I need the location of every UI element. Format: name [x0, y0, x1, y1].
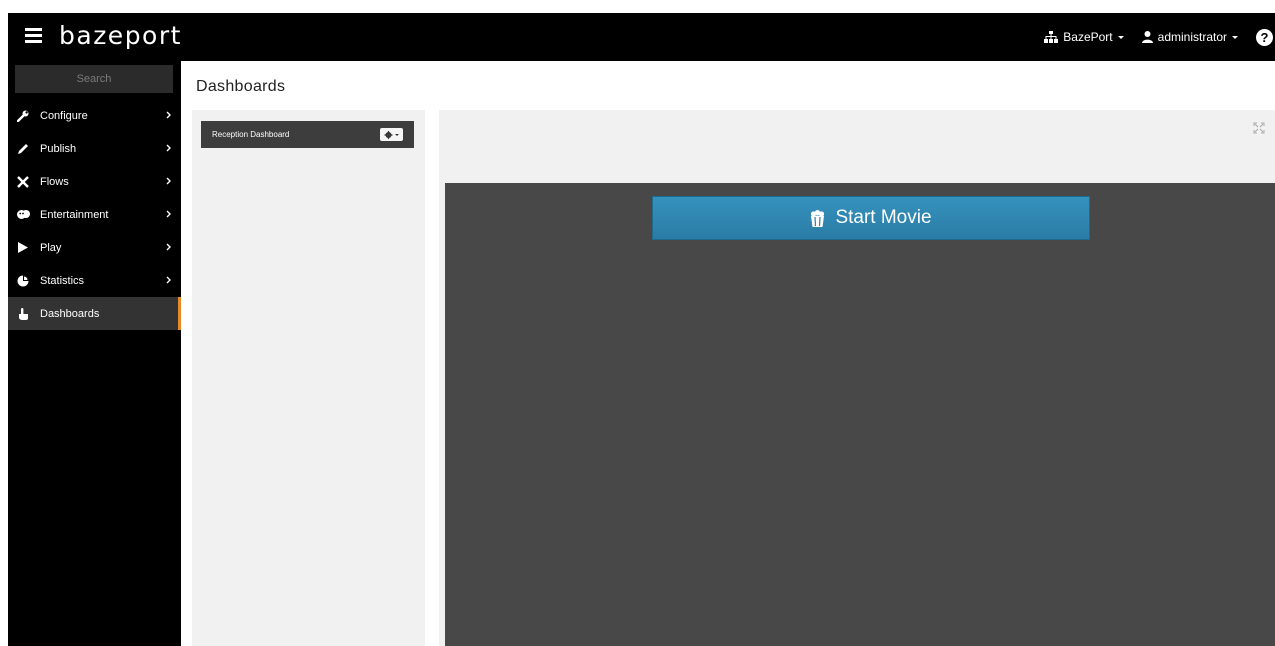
- sidebar-item-configure[interactable]: Configure: [8, 99, 181, 132]
- chevron-right-icon: [166, 210, 171, 218]
- dashboard-settings-button[interactable]: [380, 128, 403, 141]
- dashboard-item-label: Reception Dashboard: [212, 130, 290, 139]
- play-icon: [16, 242, 30, 253]
- user-icon: [1141, 31, 1153, 43]
- top-navbar: bazeport BazePort administrator ?: [8, 13, 1275, 61]
- sidebar-menu: Configure Publish Flows Entertainment Pl…: [8, 99, 181, 330]
- caret-down-icon: [1232, 35, 1238, 39]
- sidebar-item-label: Dashboards: [40, 307, 100, 320]
- chevron-right-icon: [166, 144, 171, 152]
- user-dropdown[interactable]: administrator: [1141, 30, 1238, 44]
- help-icon[interactable]: ?: [1256, 28, 1273, 46]
- dashboard-preview-panel: Start Movie: [439, 110, 1275, 646]
- fullscreen-icon[interactable]: [1253, 122, 1265, 134]
- user-label: administrator: [1157, 30, 1227, 44]
- hamburger-menu-icon[interactable]: [25, 28, 42, 43]
- sidebar-item-label: Play: [40, 241, 62, 254]
- sidebar-item-label: Entertainment: [40, 208, 109, 221]
- navbar-right: BazePort administrator ?: [1044, 13, 1275, 61]
- sidebar-item-flows[interactable]: Flows: [8, 165, 181, 198]
- sitemap-icon: [1044, 31, 1059, 43]
- sidebar-item-label: Configure: [40, 109, 88, 122]
- sidebar-item-label: Publish: [40, 142, 77, 155]
- search-input[interactable]: [15, 65, 173, 93]
- app-viewport: bazeport BazePort administrator ? Search…: [8, 13, 1275, 646]
- dashboard-canvas: Start Movie: [445, 183, 1275, 646]
- sidebar-item-dashboards[interactable]: Dashboards: [8, 297, 181, 330]
- start-movie-button[interactable]: Start Movie: [652, 196, 1090, 240]
- pencil-icon: [16, 143, 30, 155]
- sidebar-item-statistics[interactable]: Statistics: [8, 264, 181, 297]
- org-label: BazePort: [1063, 30, 1113, 44]
- start-movie-label: Start Movie: [835, 207, 932, 228]
- chevron-right-icon: [166, 276, 171, 284]
- wrench-icon: [16, 110, 30, 122]
- sidebar-item-publish[interactable]: Publish: [8, 132, 181, 165]
- dashboard-list-item[interactable]: Reception Dashboard: [201, 121, 414, 148]
- caret-down-icon: [1117, 35, 1124, 39]
- dashboard-list-panel: Reception Dashboard: [192, 110, 425, 646]
- popcorn-icon: [811, 209, 825, 227]
- sidebar-item-entertainment[interactable]: Entertainment: [8, 198, 181, 231]
- page-title: Dashboards: [196, 78, 286, 95]
- hand-pointer-icon: [16, 307, 30, 320]
- gear-icon: [384, 130, 399, 139]
- sidebar-item-label: Flows: [40, 175, 69, 188]
- brand-logo[interactable]: bazeport: [59, 21, 182, 50]
- chevron-right-icon: [166, 177, 171, 185]
- sidebar-item-play[interactable]: Play: [8, 231, 181, 264]
- sidebar: Configure Publish Flows: [8, 61, 181, 646]
- pie-chart-icon: [16, 275, 30, 287]
- flows-icon: [16, 175, 30, 188]
- org-dropdown[interactable]: BazePort: [1044, 30, 1124, 44]
- chevron-right-icon: [166, 243, 171, 251]
- app-window: bazeport BazePort administrator ? Search…: [0, 0, 1275, 646]
- sidebar-item-label: Statistics: [40, 274, 85, 287]
- entertainment-icon: [16, 209, 30, 220]
- chevron-right-icon: [166, 111, 171, 119]
